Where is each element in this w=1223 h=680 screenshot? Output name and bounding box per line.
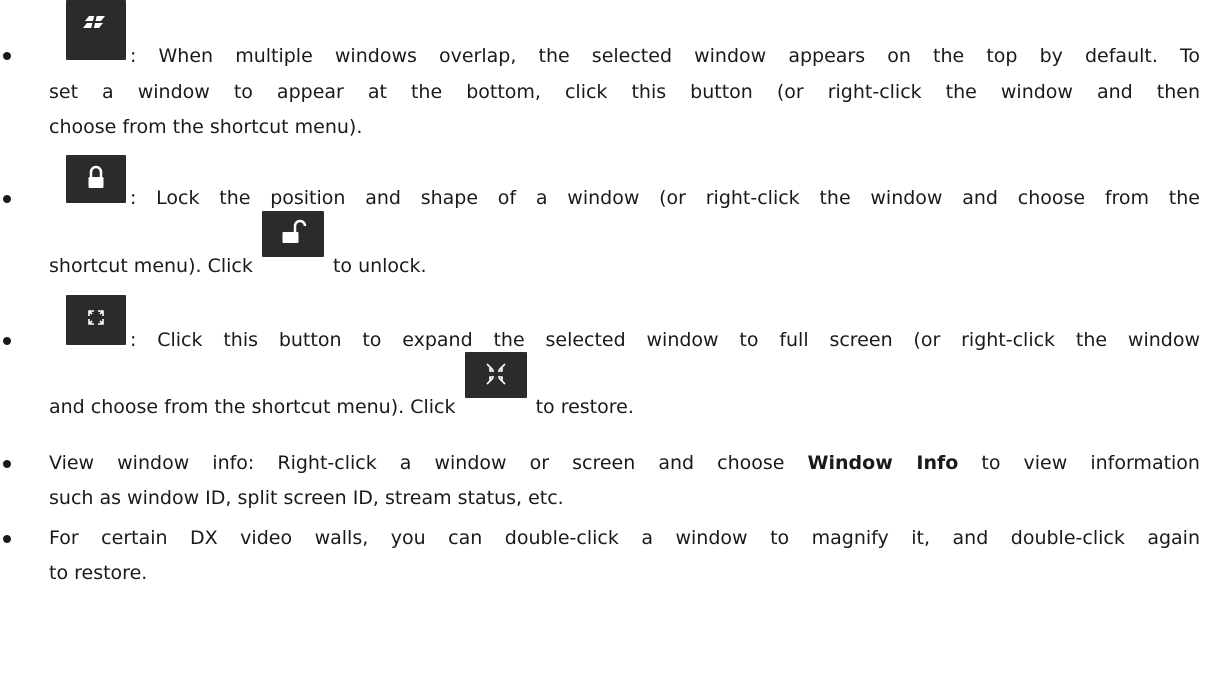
item-text: shortcut menu). Click (49, 255, 253, 277)
item-text-line: : When multiple windows overlap, the sel… (130, 45, 1200, 67)
item-text: to view information (981, 452, 1200, 474)
item-text: to restore. (535, 396, 634, 418)
unlock-icon-wrapper (261, 211, 324, 279)
bullet (3, 535, 11, 543)
bullet (3, 52, 11, 60)
bullet (3, 195, 11, 203)
exit-fullscreen-icon-wrapper (464, 352, 527, 420)
item-text-line: : Lock the position and shape of a windo… (130, 187, 1200, 209)
item-text-line: and choose from the shortcut menu). Clic… (49, 352, 634, 420)
item-text-line: set a window to appear at the bottom, cl… (49, 81, 1200, 103)
bullet (3, 460, 11, 468)
exit-fullscreen-icon[interactable] (464, 352, 527, 398)
lock-icon[interactable] (66, 155, 126, 203)
item-text-line: shortcut menu). Click to unlock. (49, 211, 427, 279)
item-text-line: For certain DX video walls, you can doub… (49, 527, 1200, 549)
item-text-line: View window info: Right-click a window o… (49, 450, 1200, 476)
fullscreen-icon[interactable] (66, 295, 126, 345)
item-text: to unlock. (332, 255, 427, 277)
item-text-line: choose from the shortcut menu). (49, 116, 363, 138)
item-text: and choose from the shortcut menu). Clic… (49, 396, 456, 418)
item-text-line: such as window ID, split screen ID, stre… (49, 487, 564, 509)
menu-option-window-info: Window Info (807, 452, 959, 474)
layers-bottom-icon[interactable] (66, 0, 126, 60)
item-text: View window info: Right-click a window o… (49, 452, 785, 474)
item-text-line: to restore. (49, 562, 148, 584)
item-text-line: : Click this button to expand the select… (130, 329, 1200, 351)
unlock-icon[interactable] (261, 211, 324, 257)
bullet (3, 337, 11, 345)
